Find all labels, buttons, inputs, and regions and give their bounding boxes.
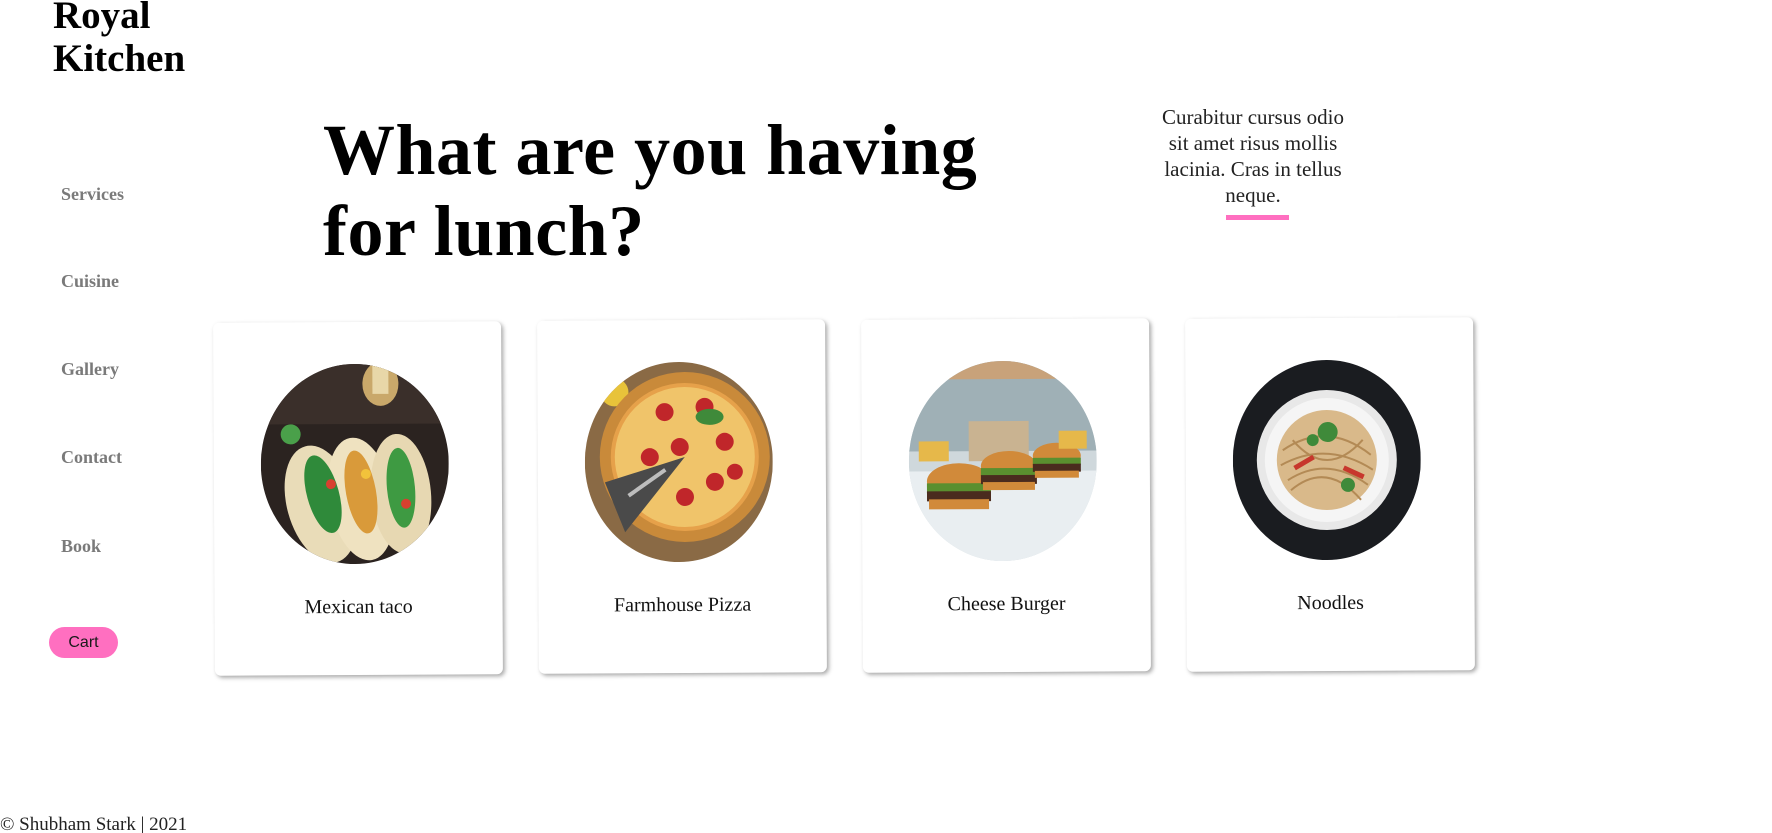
dish-card-noodles[interactable]: Noodles bbox=[1185, 317, 1475, 672]
brand-line-2: Kitchen bbox=[53, 37, 186, 80]
accent-underline bbox=[1226, 215, 1289, 220]
dish-name: Noodles bbox=[1297, 591, 1364, 615]
pizza-photo-icon bbox=[584, 361, 774, 563]
brand-line-1: Royal bbox=[53, 0, 151, 37]
nav-item-services[interactable]: Services bbox=[61, 183, 124, 205]
dish-name: Mexican taco bbox=[304, 595, 413, 619]
hero-headline: What are you having for lunch? bbox=[323, 110, 978, 271]
taco-photo-icon bbox=[260, 363, 450, 565]
noodles-photo-icon bbox=[1232, 359, 1422, 561]
cart-button[interactable]: Cart bbox=[49, 627, 118, 658]
dish-name: Cheese Burger bbox=[947, 592, 1066, 616]
nav-item-cuisine[interactable]: Cuisine bbox=[61, 270, 119, 292]
dish-card-burger[interactable]: Cheese Burger bbox=[861, 318, 1151, 673]
burger-photo-icon bbox=[908, 360, 1098, 562]
footer-copyright: © Shubham Stark | 2021 bbox=[0, 814, 188, 833]
brand-logo-text: Royal Kitchen bbox=[53, 0, 253, 80]
dish-name: Farmhouse Pizza bbox=[613, 593, 752, 617]
dish-card-pizza[interactable]: Farmhouse Pizza bbox=[537, 319, 827, 674]
hero-blurb: Curabitur cursus odio sit amet risus mol… bbox=[1162, 105, 1344, 207]
nav-item-contact[interactable]: Contact bbox=[61, 446, 122, 468]
nav-item-gallery[interactable]: Gallery bbox=[61, 358, 119, 380]
nav-item-book[interactable]: Book bbox=[61, 535, 101, 557]
dish-card-taco[interactable]: Mexican taco bbox=[213, 321, 503, 676]
